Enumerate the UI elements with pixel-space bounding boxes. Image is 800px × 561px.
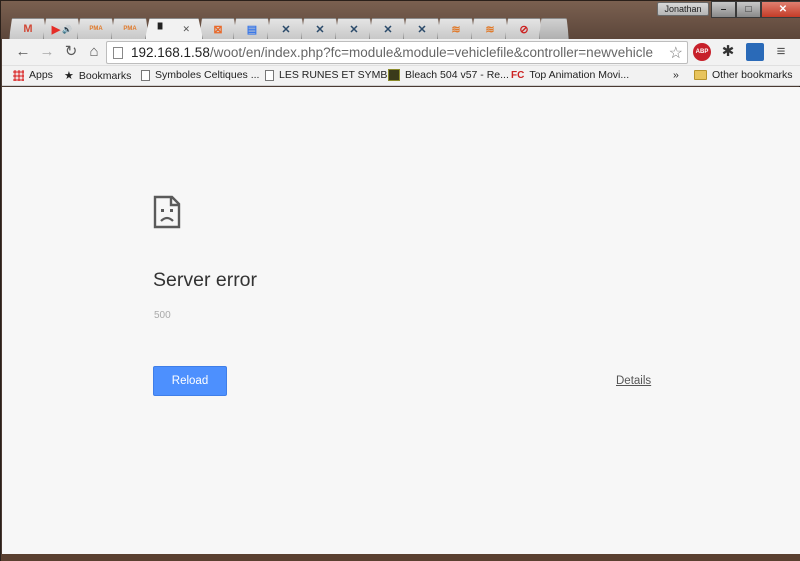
bookmarks-folder[interactable]: ★ Bookmarks xyxy=(64,69,132,83)
forward-button[interactable]: → xyxy=(38,43,56,61)
tool-icon: ✕ xyxy=(315,23,325,36)
close-window-button[interactable]: ✕ xyxy=(761,1,800,18)
pivotal-icon: ⊠ xyxy=(213,23,223,36)
extension-bug-icon[interactable]: ✱ xyxy=(719,43,737,61)
url-text[interactable]: 192.168.1.58/woot/en/index.php?fc=module… xyxy=(131,45,653,60)
tab[interactable]: PMA xyxy=(111,18,149,39)
adblock-plus-icon[interactable]: ABP xyxy=(693,43,711,61)
bookmark-item[interactable]: FC Top Animation Movi... xyxy=(511,69,629,81)
error-code: 500 xyxy=(154,310,171,321)
extension-download-icon[interactable] xyxy=(746,43,764,61)
stack-icon: ≋ xyxy=(485,23,495,36)
tool-icon: ✕ xyxy=(349,23,359,36)
bookmark-label: Symboles Celtiques ... xyxy=(155,69,260,81)
tool-icon: ✕ xyxy=(383,23,393,36)
back-button[interactable]: ← xyxy=(14,43,32,61)
tab-strip: M ▶ 🔊 PMA PMA ▘ ✕ ⊠ ▤ ✕ ✕ ✕ ✕ ✕ ≋ ≋ ⊘ xyxy=(9,18,569,39)
tab[interactable]: ⊘ xyxy=(505,18,543,39)
tab[interactable]: ✕ xyxy=(267,18,305,39)
tab[interactable]: ≋ xyxy=(471,18,509,39)
tab[interactable]: ▤ xyxy=(233,18,271,39)
browser-window: M ▶ 🔊 PMA PMA ▘ ✕ ⊠ ▤ ✕ ✕ ✕ ✕ ✕ ≋ ≋ ⊘ Jonathan – □ ✕ ← →… xyxy=(0,0,800,561)
folder-icon xyxy=(694,70,707,80)
tab-active[interactable]: ▘ ✕ xyxy=(145,18,203,39)
url-host: 192.168.1.58 xyxy=(131,45,210,60)
title-bar: M ▶ 🔊 PMA PMA ▘ ✕ ⊠ ▤ ✕ ✕ ✕ ✕ ✕ ≋ ≋ ⊘ Jonathan – □ ✕ xyxy=(1,1,800,39)
bookmarks-label: Bookmarks xyxy=(78,69,132,82)
audio-playing-icon: 🔊 xyxy=(62,24,73,34)
bookmarks-overflow-button[interactable]: » xyxy=(673,69,679,81)
tab[interactable]: ▶ 🔊 xyxy=(43,18,81,39)
address-bar[interactable]: 192.168.1.58/woot/en/index.php?fc=module… xyxy=(106,41,688,64)
page-icon xyxy=(265,69,274,81)
youtube-icon: ▶ xyxy=(51,23,61,36)
window-bottom-border xyxy=(1,554,800,561)
bookmarks-bar: Apps ★ Bookmarks Symboles Celtiques ... … xyxy=(2,66,800,86)
error-title: Server error xyxy=(153,269,258,291)
close-tab-icon[interactable]: ✕ xyxy=(182,24,190,35)
doc-icon: ▤ xyxy=(246,23,258,36)
pma-icon: PMA xyxy=(89,26,103,32)
apps-grid-icon xyxy=(13,69,24,81)
page-icon xyxy=(141,69,150,81)
page-icon xyxy=(113,47,123,59)
tool-icon: ✕ xyxy=(417,23,427,36)
tab[interactable]: ✕ xyxy=(301,18,339,39)
tab[interactable]: ✕ xyxy=(369,18,407,39)
bookmark-item[interactable]: Bleach 504 v57 - Re... xyxy=(388,69,509,81)
other-bookmarks-label: Other bookmarks xyxy=(712,69,793,81)
tab[interactable]: ✕ xyxy=(335,18,373,39)
gmail-icon: M xyxy=(23,23,33,35)
profile-button[interactable]: Jonathan xyxy=(657,2,709,16)
apps-label: Apps xyxy=(29,69,53,81)
tab[interactable]: ≋ xyxy=(437,18,475,39)
error-page-icon: ▘ xyxy=(158,23,167,36)
home-button[interactable]: ⌂ xyxy=(85,43,103,61)
tab[interactable]: M xyxy=(9,18,47,39)
bookmark-item[interactable]: Symboles Celtiques ... xyxy=(141,69,259,81)
maximize-button[interactable]: □ xyxy=(736,1,761,18)
fc-icon: FC xyxy=(511,69,525,81)
bookmark-label: LES RUNES ET SYMB... xyxy=(279,69,397,81)
window-controls: – □ ✕ xyxy=(711,1,800,18)
sad-page-icon xyxy=(153,195,181,229)
bookmark-label: Top Animation Movi... xyxy=(529,69,630,81)
pma-icon: PMA xyxy=(123,26,137,32)
bookmark-label: Bleach 504 v57 - Re... xyxy=(405,69,509,81)
page-content: Server error 500 Reload Details xyxy=(2,87,800,554)
bookmark-item[interactable]: LES RUNES ET SYMB... xyxy=(265,69,396,81)
star-icon: ★ xyxy=(64,70,74,82)
reload-icon[interactable]: ↻ xyxy=(62,43,80,61)
apps-bookmark[interactable]: Apps xyxy=(13,69,53,81)
tool-icon: ✕ xyxy=(281,23,291,36)
bleach-icon xyxy=(388,69,400,81)
reload-button[interactable]: Reload xyxy=(153,366,227,396)
tab[interactable]: ✕ xyxy=(403,18,441,39)
new-tab-button[interactable] xyxy=(539,18,569,39)
tab[interactable]: ⊠ xyxy=(199,18,237,39)
block-icon: ⊘ xyxy=(519,23,529,36)
chrome-menu-icon[interactable]: ≡ xyxy=(772,43,790,61)
details-link[interactable]: Details xyxy=(616,375,651,387)
bookmark-star-icon[interactable]: ☆ xyxy=(669,43,683,63)
other-bookmarks-folder[interactable]: Other bookmarks xyxy=(694,69,793,81)
stack-icon: ≋ xyxy=(451,23,461,36)
navigation-toolbar: ← → ↻ ⌂ 192.168.1.58/woot/en/index.php?f… xyxy=(2,39,800,66)
url-path: /woot/en/index.php?fc=module&module=vehi… xyxy=(209,45,653,60)
tab[interactable]: PMA xyxy=(77,18,115,39)
minimize-button[interactable]: – xyxy=(711,1,736,18)
